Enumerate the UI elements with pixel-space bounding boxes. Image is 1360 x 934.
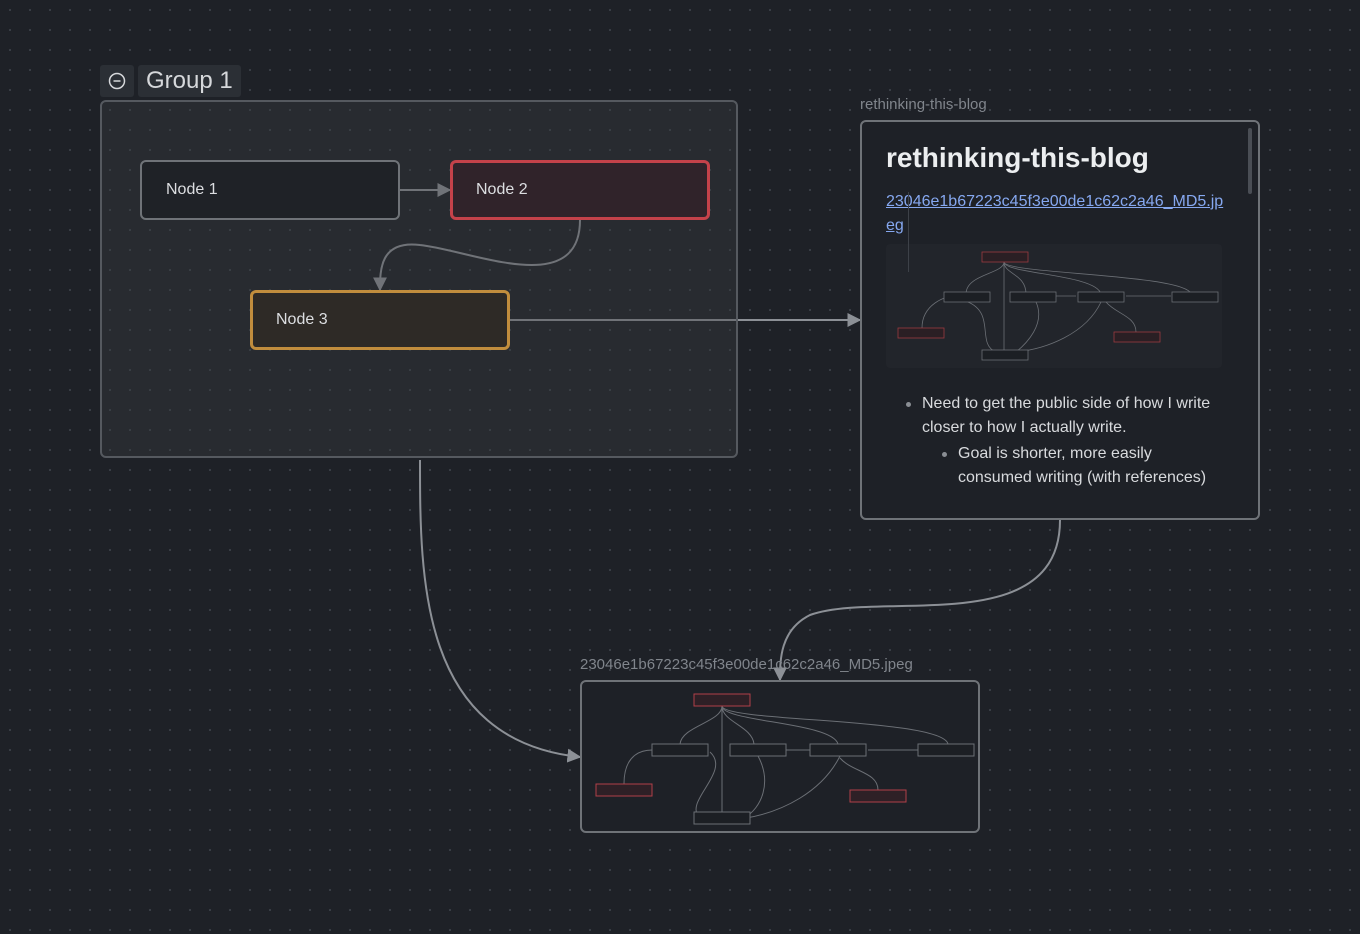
image-link[interactable]: 23046e1b67223c45f3e00de1c62c2a46_MD5.jpe… — [886, 190, 1226, 238]
indent-guide — [908, 192, 909, 272]
edge-group-image[interactable] — [419, 459, 582, 763]
node-1[interactable]: Node 1 — [140, 160, 400, 220]
blog-file-card[interactable]: rethinking-this-blog 23046e1b67223c45f3e… — [860, 120, 1260, 520]
list-item: Need to get the public side of how I wri… — [886, 392, 1226, 440]
group-header: Group 1 — [100, 64, 241, 98]
minus-circle-icon — [108, 72, 126, 90]
thumbnail-diagram — [897, 251, 1219, 361]
blog-bullet-list: Need to get the public side of how I wri… — [886, 192, 1226, 490]
node-2[interactable]: Node 2 — [450, 160, 710, 220]
blog-card-content: rethinking-this-blog 23046e1b67223c45f3e… — [886, 142, 1226, 490]
image-file-label[interactable]: 23046e1b67223c45f3e00de1c62c2a46_MD5.jpe… — [580, 656, 913, 673]
image-diagram — [595, 693, 975, 825]
node-1-label: Node 1 — [166, 181, 218, 198]
canvas[interactable]: Group 1 Node 1 Node 2 Node 3 rethinking-… — [0, 0, 1360, 934]
blog-file-label[interactable]: rethinking-this-blog — [860, 96, 987, 113]
node-3[interactable]: Node 3 — [250, 290, 510, 350]
node-2-label: Node 2 — [476, 181, 528, 198]
group-collapse-button[interactable] — [100, 65, 134, 97]
bullet-dot-icon — [906, 402, 911, 407]
bullet-text: Need to get the public side of how I wri… — [922, 395, 1211, 436]
list-item-nested: Goal is shorter, more easily consumed wr… — [886, 442, 1226, 490]
bullet-dot-icon — [942, 452, 947, 457]
group-box[interactable] — [100, 100, 738, 458]
image-file-card[interactable] — [580, 680, 980, 833]
image-thumbnail — [886, 244, 1222, 368]
sub-bullet-text: Goal is shorter, more easily consumed wr… — [958, 445, 1207, 486]
group-title[interactable]: Group 1 — [138, 65, 241, 97]
blog-card-scrollbar[interactable] — [1248, 128, 1252, 194]
blog-heading: rethinking-this-blog — [886, 142, 1149, 173]
node-3-label: Node 3 — [276, 311, 328, 328]
